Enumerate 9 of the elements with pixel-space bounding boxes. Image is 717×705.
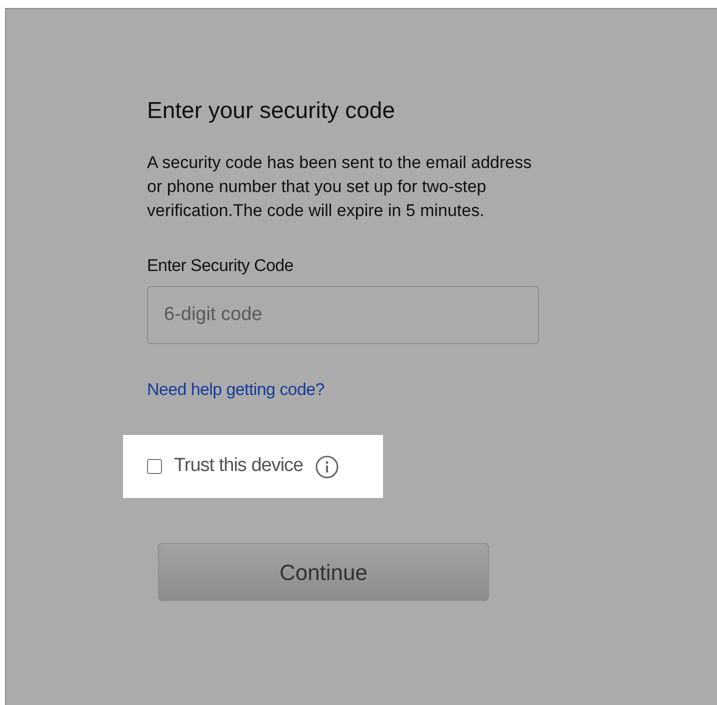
- trust-checkbox[interactable]: [147, 459, 162, 474]
- help-link[interactable]: Need help getting code?: [147, 377, 324, 403]
- description-text: A security code has been sent to the email address or phone number that you set up for two-step verification.The code will expire in 5 minutes.: [147, 152, 533, 222]
- field-label: Enter Security Code: [147, 254, 294, 277]
- page-title: Enter your security code: [147, 97, 396, 125]
- checkbox-label: Trust this device: [174, 454, 304, 478]
- code-input-field[interactable]: 6-digit code: [147, 286, 539, 344]
- info-icon[interactable]: [315, 454, 340, 479]
- continue-button[interactable]: Continue: [158, 543, 489, 602]
